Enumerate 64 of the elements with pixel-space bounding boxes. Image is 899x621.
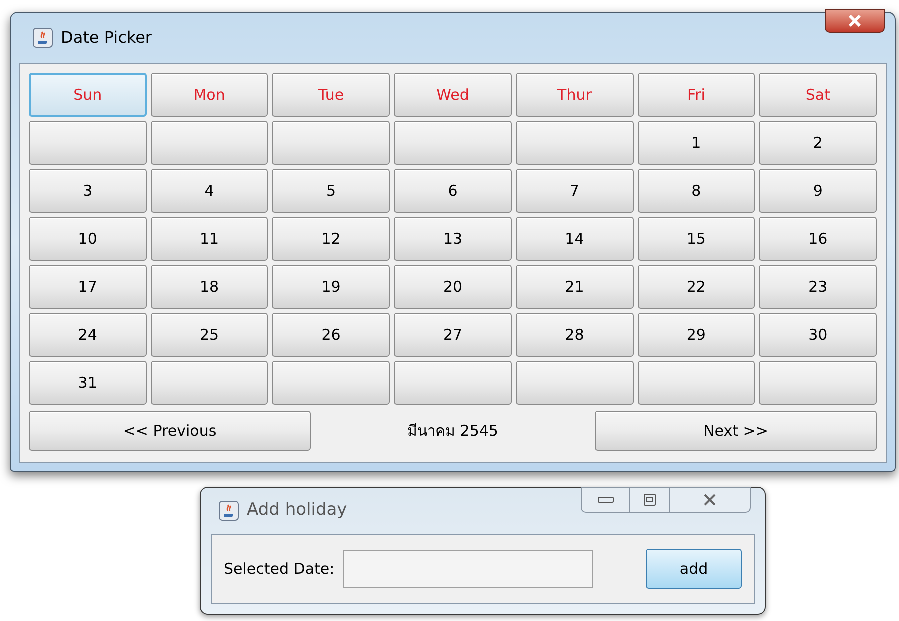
day-button[interactable]: 13	[394, 217, 512, 261]
empty-day-button[interactable]	[272, 121, 390, 165]
day-button[interactable]: 5	[272, 169, 390, 213]
empty-day-button[interactable]	[272, 361, 390, 405]
weekday-header[interactable]: Sat	[759, 73, 877, 117]
weekday-header[interactable]: Wed	[394, 73, 512, 117]
empty-day-button[interactable]	[394, 361, 512, 405]
previous-button[interactable]: << Previous	[29, 411, 311, 451]
next-button[interactable]: Next >>	[595, 411, 877, 451]
day-button[interactable]: 30	[759, 313, 877, 357]
empty-day-button[interactable]	[394, 121, 512, 165]
date-input-field[interactable]	[342, 550, 593, 588]
dialog-title: Add holiday	[247, 499, 348, 522]
day-button[interactable]: 12	[272, 217, 390, 261]
day-button[interactable]: 24	[29, 313, 147, 357]
day-button[interactable]: 4	[150, 169, 268, 213]
day-button[interactable]: 7	[516, 169, 634, 213]
day-button[interactable]: 23	[759, 265, 877, 309]
empty-day-button[interactable]	[150, 361, 268, 405]
empty-day-button[interactable]	[29, 121, 147, 165]
day-button[interactable]: 10	[29, 217, 147, 261]
day-button[interactable]: 9	[759, 169, 877, 213]
day-button[interactable]: 8	[638, 169, 756, 213]
day-button[interactable]: 1	[638, 121, 756, 165]
field-label: Selected Date:	[224, 558, 335, 580]
day-button[interactable]: 29	[638, 313, 756, 357]
empty-day-button[interactable]	[150, 121, 268, 165]
minimize-icon	[598, 497, 614, 503]
weekday-header[interactable]: Mon	[150, 73, 268, 117]
day-button[interactable]: 20	[394, 265, 512, 309]
empty-day-button[interactable]	[516, 121, 634, 165]
empty-day-button[interactable]	[516, 361, 634, 405]
close-icon	[848, 15, 862, 27]
day-button[interactable]: 27	[394, 313, 512, 357]
day-button[interactable]: 17	[29, 265, 147, 309]
day-button[interactable]: 16	[759, 217, 877, 261]
weekday-header[interactable]: Thur	[516, 73, 634, 117]
maximize-icon	[644, 494, 656, 506]
weekday-header[interactable]: Tue	[272, 73, 390, 117]
window-title: Date Picker	[61, 27, 152, 49]
day-button[interactable]: 14	[516, 217, 634, 261]
day-button[interactable]: 26	[272, 313, 390, 357]
empty-day-button[interactable]	[638, 361, 756, 405]
month-label: มีนาคม 2545	[408, 420, 498, 442]
day-button[interactable]: 19	[272, 265, 390, 309]
close-button[interactable]	[825, 9, 885, 33]
close-icon	[703, 494, 717, 506]
day-button[interactable]: 22	[638, 265, 756, 309]
day-button[interactable]: 18	[150, 265, 268, 309]
day-button[interactable]: 25	[150, 313, 268, 357]
day-button[interactable]: 15	[638, 217, 756, 261]
weekday-header[interactable]: Fri	[638, 73, 756, 117]
add-button[interactable]: add	[646, 549, 742, 589]
day-button[interactable]: 31	[29, 361, 147, 405]
weekday-header[interactable]: Sun	[29, 73, 147, 117]
day-button[interactable]: 11	[150, 217, 268, 261]
day-button[interactable]: 2	[759, 121, 877, 165]
day-button[interactable]: 3	[29, 169, 147, 213]
day-button[interactable]: 28	[516, 313, 634, 357]
empty-day-button[interactable]	[759, 361, 877, 405]
java-cup-icon	[219, 501, 239, 521]
day-button[interactable]: 21	[516, 265, 634, 309]
day-button[interactable]: 6	[394, 169, 512, 213]
java-cup-icon	[33, 28, 53, 48]
